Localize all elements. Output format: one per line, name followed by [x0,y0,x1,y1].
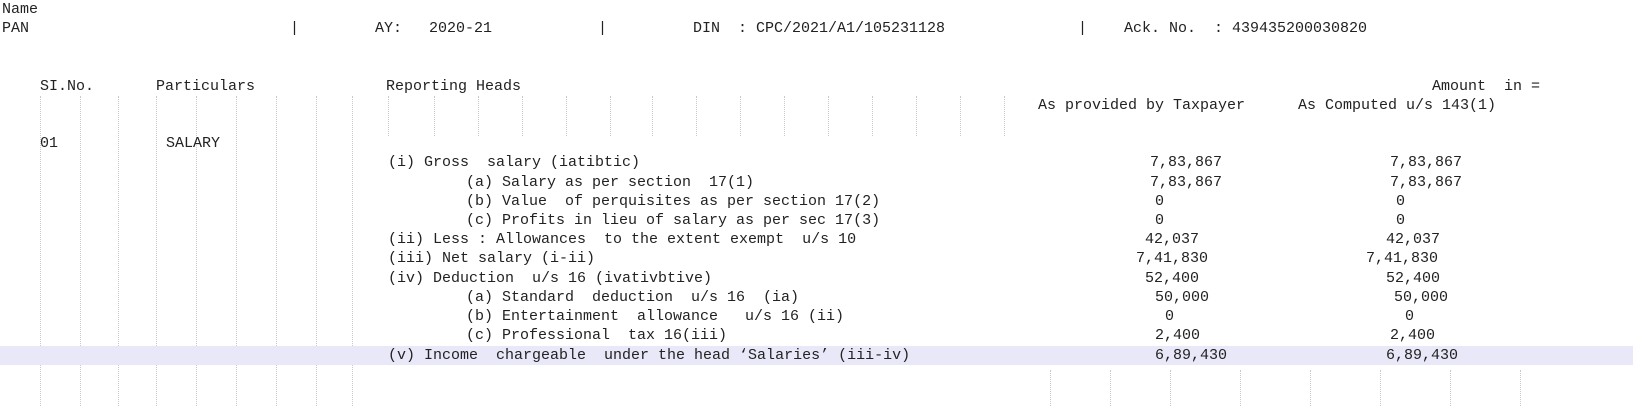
grid-line [960,96,961,136]
grid-line [872,96,873,136]
separator: | [290,20,300,37]
name-label: Name [2,1,39,18]
taxpayer-amount: 0 [1165,308,1175,325]
row-label: (c) Profits in lieu of salary as per sec… [466,212,881,229]
grid-line [434,96,435,136]
grid-line [478,96,479,136]
grid-line [828,96,829,136]
row-label: (a) Standard deduction u/s 16 (ia) [466,289,800,306]
computed-amount: 2,400 [1390,327,1436,344]
taxpayer-amount: 0 [1155,193,1165,210]
computed-amount: 6,89,430 [1386,347,1459,364]
grid-line [566,96,567,136]
grid-line [1310,370,1311,406]
grid-line [1240,370,1241,406]
computed-amount: 50,000 [1394,289,1449,306]
computed-amount: 0 [1396,212,1406,229]
row-label: (i) Gross salary (iatibtic) [388,154,641,171]
col-reporting-heading: Reporting Heads [386,78,522,95]
taxpayer-amount: 42,037 [1145,231,1200,248]
grid-line [1380,370,1381,406]
grid-line [1110,370,1111,406]
col-slno-heading: SI.No. [40,78,95,95]
section-number: 01 [40,135,59,152]
computed-amount: 0 [1396,193,1406,210]
separator: | [1078,20,1088,37]
taxpayer-amount: 7,83,867 [1149,154,1222,171]
taxpayer-amount: 2,400 [1155,327,1201,344]
section-title: SALARY [166,135,221,152]
grid-line [916,96,917,136]
computed-amount: 7,83,867 [1389,174,1462,191]
taxpayer-amount: 0 [1155,212,1165,229]
col-taxpayer-heading: As provided by Taxpayer [1038,97,1246,114]
grid-line [522,96,523,136]
grid-line [740,96,741,136]
grid-line [1004,96,1005,136]
computed-amount: 0 [1405,308,1415,325]
col-amount-heading: Amount in = [1432,78,1541,95]
grid-line [388,96,389,136]
grid-line [1520,370,1521,406]
taxpayer-amount: 50,000 [1155,289,1210,306]
computed-amount: 52,400 [1386,270,1441,287]
grid-line [696,96,697,136]
grid-line [1050,370,1051,406]
row-label: (a) Salary as per section 17(1) [466,174,755,191]
computed-amount: 7,41,830 [1366,250,1439,267]
grid-line [1450,370,1451,406]
grid-line [610,96,611,136]
separator: | [598,20,608,37]
computed-amount: 42,037 [1386,231,1441,248]
pan-label: PAN [2,20,30,37]
taxpayer-amount: 7,83,867 [1149,174,1222,191]
row-label: (v) Income chargeable under the head ‘Sa… [388,347,911,364]
computed-amount: 7,83,867 [1389,154,1462,171]
row-label: (iv) Deduction u/s 16 (ivativbtive) [388,270,713,287]
taxpayer-amount: 6,89,430 [1155,347,1228,364]
assessment-year: AY: 2020-21 [375,20,493,37]
row-label: (ii) Less : Allowances to the extent exe… [388,231,857,248]
col-computed-heading: As Computed u/s 143(1) [1298,97,1497,114]
grid-line [784,96,785,136]
ack-number: Ack. No. : 439435200030820 [1124,20,1368,37]
col-particulars-heading: Particulars [156,78,256,95]
row-label: (iii) Net salary (i-ii) [388,250,596,267]
row-label: (c) Professional tax 16(iii) [466,327,728,344]
grid-line [652,96,653,136]
row-label: (b) Value of perquisites as per section … [466,193,881,210]
din-number: DIN : CPC/2021/A1/105231128 [693,20,946,37]
taxpayer-amount: 7,41,830 [1136,250,1209,267]
grid-line [1170,370,1171,406]
row-label: (b) Entertainment allowance u/s 16 (ii) [466,308,845,325]
taxpayer-amount: 52,400 [1145,270,1200,287]
